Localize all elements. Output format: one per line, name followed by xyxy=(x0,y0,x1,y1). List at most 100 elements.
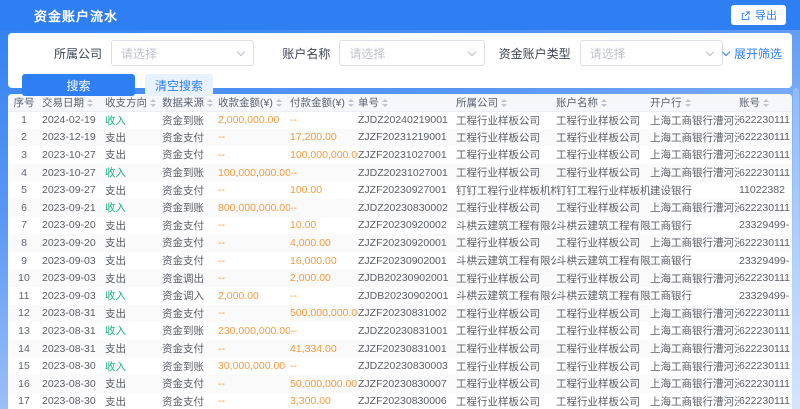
table-row: 152023-08-30收入资金到账30,000,000.00--ZJDZ202… xyxy=(8,357,792,375)
cell-pay-amount: 41,334.00 xyxy=(290,340,358,358)
cell-receive-amount: -- xyxy=(218,393,290,409)
cell-order-no: ZJZF20231219001 xyxy=(358,129,456,147)
cell-receive-amount: -- xyxy=(218,252,290,270)
account-name-select[interactable]: 请选择 xyxy=(339,40,484,66)
table-row: 12024-02-19收入资金到账2,000,000.00--ZJDZ20240… xyxy=(8,111,792,129)
vertical-scrollbar[interactable] xyxy=(793,88,799,300)
cell-bank: 工商银行 xyxy=(650,252,739,270)
company-select[interactable]: 请选择 xyxy=(111,40,254,66)
col-header-label: 序号 xyxy=(14,97,35,109)
col-header-trade-date[interactable]: 交易日期 xyxy=(42,94,105,111)
col-header-direction[interactable]: 收支方向 xyxy=(105,94,162,111)
cell-pay-amount: 3,300.00 xyxy=(290,393,358,409)
col-header-receive-amount[interactable]: 收款金额(¥) xyxy=(218,94,290,111)
sort-icon[interactable] xyxy=(601,99,607,107)
col-header-seq: 序号 xyxy=(8,94,42,111)
table-row: 62023-09-21收入资金到账800,000,000.00--ZJDZ202… xyxy=(8,199,792,217)
cell-account-name: 工程行业样板公司 xyxy=(556,164,650,182)
cell-bank: 上海工商银行漕河泾支行 xyxy=(650,269,739,287)
cell-seq: 5 xyxy=(8,181,42,199)
table-row: 102023-09-03支出资金调出--2,000.00ZJDB20230902… xyxy=(8,269,792,287)
cell-account-name: 工程行业样板公司 xyxy=(556,340,650,358)
expand-filters-link[interactable]: 展开筛选 xyxy=(723,45,782,62)
cell-direction: 支出 xyxy=(105,234,162,252)
cell-company: 工程行业样板公司 xyxy=(456,146,556,164)
cell-account-no: 622230111 xyxy=(739,146,792,164)
cell-seq: 2 xyxy=(8,129,42,147)
table-row: 92023-09-03支出资金支付--16,000.00ZJZF20230902… xyxy=(8,252,792,270)
cell-trade-date: 2023-08-31 xyxy=(42,340,105,358)
cell-bank: 上海工商银行漕河泾支行 xyxy=(650,164,739,182)
cell-receive-amount: -- xyxy=(218,269,290,287)
table-row: 142023-08-31支出资金支付--41,334.00ZJZF2023083… xyxy=(8,340,792,358)
account-name-filter-label: 账户名称 xyxy=(282,45,330,62)
col-header-pay-amount[interactable]: 付款金额(¥) xyxy=(290,94,358,111)
cell-account-no: 622230111 xyxy=(739,164,792,182)
sort-icon[interactable] xyxy=(685,99,691,107)
sort-icon[interactable] xyxy=(501,99,507,107)
cell-pay-amount: -- xyxy=(290,199,358,217)
col-header-account-name[interactable]: 账户名称 xyxy=(556,94,650,111)
expand-filters-label: 展开筛选 xyxy=(734,45,782,62)
cell-pay-amount: 50,000,000.00 xyxy=(290,375,358,393)
table-row: 122023-08-31支出资金支付--500,000,000.00ZJZF20… xyxy=(8,305,792,323)
cell-account-name: 工程行业样板公司 xyxy=(556,322,650,340)
cell-account-no: 622230111 xyxy=(739,129,792,147)
col-header-label: 收支方向 xyxy=(105,97,147,109)
col-header-data-source[interactable]: 数据来源 xyxy=(162,94,218,111)
chevron-down-icon xyxy=(237,48,245,56)
col-header-company[interactable]: 所属公司 xyxy=(456,94,556,111)
col-header-account-no[interactable]: 账号 xyxy=(739,94,792,111)
cell-account-name: 斗栱云建筑工程有限公司 xyxy=(556,287,650,305)
cell-company: 工程行业样板公司 xyxy=(456,234,556,252)
account-name-select-placeholder: 请选择 xyxy=(349,45,385,62)
cell-trade-date: 2023-09-20 xyxy=(42,217,105,235)
cell-trade-date: 2023-08-30 xyxy=(42,375,105,393)
cell-account-name: 工程行业样板公司 xyxy=(556,357,650,375)
cell-order-no: ZJZF20230927001 xyxy=(358,181,456,199)
chevron-down-icon xyxy=(467,48,475,56)
sort-icon[interactable] xyxy=(348,99,354,107)
sort-icon[interactable] xyxy=(207,99,213,107)
cell-company: 工程行业样板公司 xyxy=(456,129,556,147)
cell-receive-amount: 30,000,000.00 xyxy=(218,357,290,375)
cell-data-source: 资金支付 xyxy=(162,234,218,252)
col-header-order-no[interactable]: 单号 xyxy=(358,94,456,111)
cell-company: 工程行业样板公司 xyxy=(456,111,556,129)
sort-icon[interactable] xyxy=(87,99,93,107)
cell-account-no: 622230111 xyxy=(739,234,792,252)
cell-direction: 支出 xyxy=(105,340,162,358)
cell-bank: 上海工商银行漕河泾支行 xyxy=(650,234,739,252)
company-select-placeholder: 请选择 xyxy=(121,45,157,62)
col-header-label: 所属公司 xyxy=(456,97,498,109)
cell-company: 工程行业样板公司 xyxy=(456,164,556,182)
cell-account-no: 622230111 xyxy=(739,340,792,358)
export-button[interactable]: 导出 xyxy=(731,5,786,25)
cell-seq: 6 xyxy=(8,199,42,217)
cell-account-no: 23329499- xyxy=(739,217,792,235)
col-header-label: 开户行 xyxy=(650,97,682,109)
account-type-select[interactable]: 请选择 xyxy=(580,40,723,66)
table-row: 32023-10-27支出资金支付--100,000,000.00ZJZF202… xyxy=(8,146,792,164)
sort-icon[interactable] xyxy=(276,99,282,107)
cell-company: 工程行业样板公司 xyxy=(456,269,556,287)
table-row: 22023-12-19支出资金支付--17,200.00ZJZF20231219… xyxy=(8,129,792,147)
sort-icon[interactable] xyxy=(382,99,388,107)
cell-seq: 14 xyxy=(8,340,42,358)
cell-trade-date: 2023-09-21 xyxy=(42,199,105,217)
cell-order-no: ZJDB20230902001 xyxy=(358,287,456,305)
cell-company: 工程行业样板公司 xyxy=(456,375,556,393)
sort-icon[interactable] xyxy=(763,99,769,107)
cell-data-source: 资金到账 xyxy=(162,357,218,375)
table-row: 42023-10-27收入资金到账100,000,000.00--ZJDZ202… xyxy=(8,164,792,182)
cell-pay-amount: -- xyxy=(290,357,358,375)
search-button[interactable]: 搜索 xyxy=(22,74,135,96)
col-header-bank[interactable]: 开户行 xyxy=(650,94,739,111)
cell-trade-date: 2023-09-03 xyxy=(42,252,105,270)
cell-bank: 上海工商银行漕河泾支行 xyxy=(650,357,739,375)
cell-account-no: 622230111 xyxy=(739,357,792,375)
cell-account-name: 斗栱云建筑工程有限公司 xyxy=(556,217,650,235)
clear-search-button[interactable]: 清空搜索 xyxy=(145,74,213,96)
sort-icon[interactable] xyxy=(150,99,156,107)
cell-account-name: 工程行业样板公司 xyxy=(556,129,650,147)
